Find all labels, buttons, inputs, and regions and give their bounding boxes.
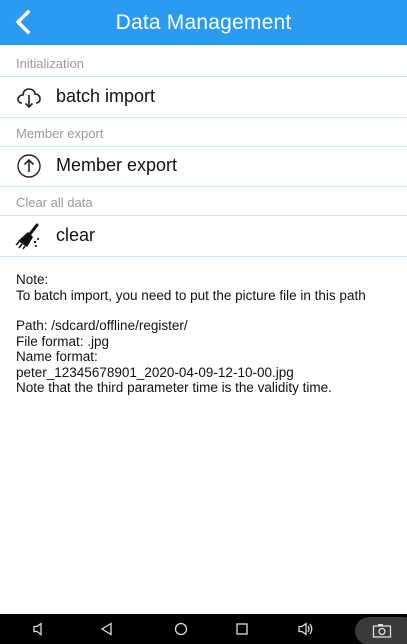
recents-square-icon [236,623,248,635]
back-triangle-icon [100,622,112,636]
recents-nav-button[interactable] [222,614,262,644]
volume-down-button[interactable] [20,614,60,644]
section-header-label: Member export [16,126,104,141]
page-title: Data Management [115,11,292,34]
section-header-initialization: Initialization [0,48,407,77]
volume-up-icon [298,622,313,636]
broom-icon [15,223,39,250]
clear-label: clear [56,225,96,245]
screenshot-button[interactable] [355,617,407,644]
note-text-block: Note: To batch import, you need to put t… [16,272,407,396]
note-validity: Note that the third parameter time is th… [16,380,332,395]
clear-row[interactable]: clear [0,216,407,257]
note-spacer [16,303,407,318]
cloud-download-icon [17,88,41,109]
note-title: Note: [16,272,49,287]
section-header-member-export: Member export [0,118,407,147]
volume-up-button[interactable] [286,614,326,644]
section-header-label: Initialization [16,56,84,71]
home-nav-button[interactable] [161,614,201,644]
upload-arrow-icon [17,154,41,178]
note-path: Path: /sdcard/offline/register/ [16,318,188,333]
home-circle-icon [174,622,188,636]
back-nav-button[interactable] [87,614,127,644]
title-bar: Data Management [0,0,407,45]
section-header-label: Clear all data [16,195,93,210]
screenshot-icon [372,624,392,638]
screen: Data Management Initialization batch imp… [0,0,407,644]
batch-import-label: batch import [56,86,156,106]
batch-import-row[interactable]: batch import [0,77,407,118]
member-export-row[interactable]: Member export [0,146,407,187]
note-name-format-example: peter_12345678901_2020-04-09-12-10-00.jp… [16,364,294,380]
section-header-clear-all: Clear all data [0,187,407,216]
system-nav-bar [0,614,407,644]
note-name-format-label: Name format: [16,349,98,364]
note-file-format: File format: .jpg [16,333,110,349]
member-export-label: Member export [56,155,178,175]
volume-down-icon [33,622,42,636]
note-intro: To batch import, you need to put the pic… [16,287,366,303]
